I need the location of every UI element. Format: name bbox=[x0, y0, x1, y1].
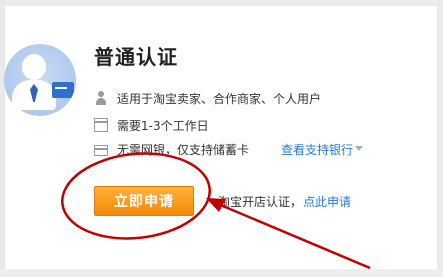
feature-label: 无需网银，仅支持储蓄卡 bbox=[117, 142, 250, 157]
page-title: 普通认证 bbox=[94, 45, 178, 69]
feature-row-user-types: 适用于淘宝卖家、合作商家、个人用户 bbox=[94, 89, 321, 107]
chevron-down-icon[interactable] bbox=[355, 146, 363, 151]
user-avatar-icon bbox=[4, 44, 76, 116]
feature-row-duration: 需要1-3个工作日 bbox=[94, 116, 209, 134]
window-bottom-edge bbox=[0, 269, 443, 277]
annotation-overlay bbox=[61, 152, 371, 270]
calendar-icon bbox=[94, 118, 108, 132]
supported-banks-link[interactable]: 查看支持银行 bbox=[281, 141, 353, 158]
annotation-arrow-line bbox=[217, 202, 371, 270]
person-icon bbox=[94, 91, 108, 105]
avatar-card-icon bbox=[52, 82, 74, 98]
apply-now-button[interactable]: 立即申请 bbox=[94, 186, 194, 216]
feature-row-bank-card: 无需网银，仅支持储蓄卡 bbox=[94, 140, 249, 158]
window-right-edge bbox=[437, 0, 443, 277]
feature-label: 需要1-3个工作日 bbox=[117, 118, 209, 133]
feature-label: 适用于淘宝卖家、合作商家、个人用户 bbox=[117, 91, 322, 106]
avatar-head bbox=[22, 54, 46, 80]
click-to-apply-link[interactable]: 点此申请 bbox=[303, 193, 351, 210]
window-top-edge bbox=[0, 0, 443, 6]
taobao-shop-verification-text: 淘宝开店认证， bbox=[218, 195, 303, 209]
window-left-edge bbox=[0, 0, 5, 277]
bank-card-icon bbox=[94, 144, 108, 156]
